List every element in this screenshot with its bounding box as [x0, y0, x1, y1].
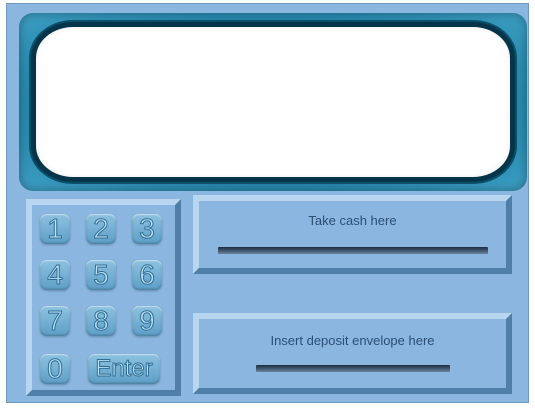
- atm-panel: 1 2 3 4 5 6 7 8 9 0 Enter Take cash here…: [6, 3, 529, 403]
- key-7[interactable]: 7: [40, 306, 70, 336]
- deposit-slot: Insert deposit envelope here: [193, 313, 512, 394]
- key-3[interactable]: 3: [132, 214, 162, 244]
- key-5[interactable]: 5: [86, 260, 116, 290]
- key-2[interactable]: 2: [86, 214, 116, 244]
- key-8[interactable]: 8: [86, 306, 116, 336]
- screen-frame: [19, 13, 527, 191]
- deposit-slot-opening[interactable]: [256, 365, 450, 372]
- deposit-slot-label: Insert deposit envelope here: [270, 333, 435, 348]
- key-6[interactable]: 6: [132, 260, 162, 290]
- atm-screen[interactable]: [31, 22, 515, 182]
- keypad: 1 2 3 4 5 6 7 8 9 0 Enter: [26, 199, 181, 396]
- cash-dispenser-label: Take cash here: [308, 213, 397, 228]
- enter-button[interactable]: Enter: [88, 354, 160, 384]
- cash-dispenser-slot[interactable]: [218, 247, 488, 254]
- key-4[interactable]: 4: [40, 260, 70, 290]
- key-0[interactable]: 0: [40, 354, 70, 384]
- key-9[interactable]: 9: [132, 306, 162, 336]
- cash-dispenser: Take cash here: [193, 195, 512, 274]
- key-1[interactable]: 1: [40, 214, 70, 244]
